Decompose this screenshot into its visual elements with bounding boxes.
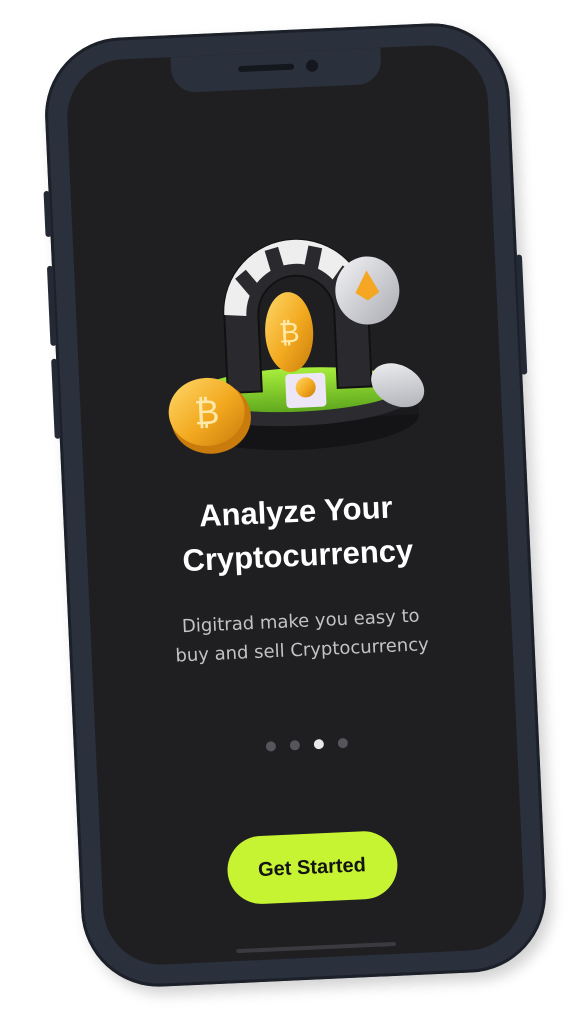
page-dot-2[interactable]	[289, 740, 300, 751]
front-camera	[305, 59, 318, 73]
home-indicator[interactable]	[235, 941, 396, 954]
speaker-grille	[237, 63, 294, 73]
onboarding-screen: ₿ ₿ Analyze Your Cryptocurrency Digitrad…	[64, 42, 527, 968]
page-indicator	[96, 730, 517, 759]
onboarding-subtitle: Digitrad make you easy to buy and sell C…	[90, 597, 513, 674]
phone-mockup: ₿ ₿ Analyze Your Cryptocurrency Digitrad…	[41, 19, 550, 991]
page-dot-4[interactable]	[337, 737, 348, 749]
page-dot-3-active[interactable]	[313, 738, 324, 750]
onboarding-title: Analyze Your Cryptocurrency	[85, 480, 510, 587]
volume-up-button	[46, 265, 57, 346]
notch	[170, 47, 382, 94]
power-button	[515, 254, 528, 375]
svg-text:₿: ₿	[193, 392, 220, 433]
crypto-coins-3d-illustration-icon: ₿ ₿	[168, 238, 425, 454]
mute-switch	[43, 190, 52, 238]
get-started-button[interactable]: Get Started	[225, 829, 399, 906]
stage: ₿ ₿ Analyze Your Cryptocurrency Digitrad…	[0, 0, 576, 1024]
svg-text:₿: ₿	[278, 316, 300, 350]
page-dot-1[interactable]	[265, 741, 276, 752]
volume-down-button	[51, 358, 61, 439]
